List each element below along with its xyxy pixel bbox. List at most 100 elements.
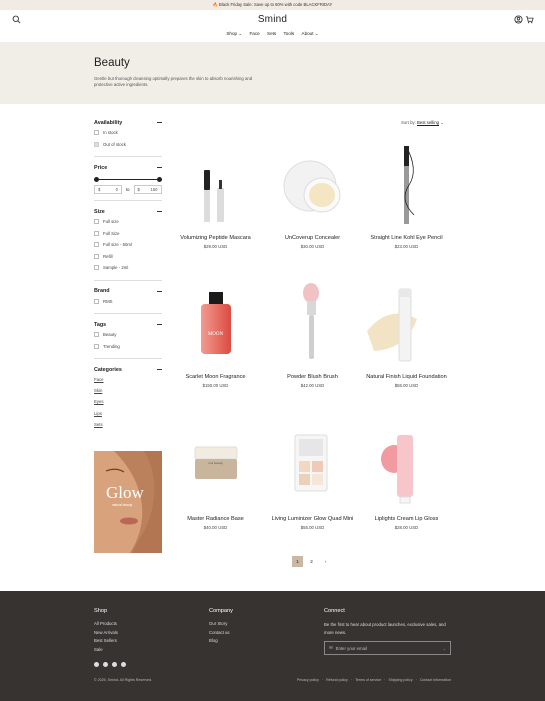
- product-card[interactable]: MOON Scarlet Moon Fragrance $150.00 USD: [168, 279, 263, 388]
- arrow-right-icon[interactable]: →: [442, 646, 446, 651]
- product-card[interactable]: Natural Finish Liquid Foundation $55.00 …: [359, 279, 454, 388]
- policy-link[interactable]: Refund policy: [326, 678, 348, 682]
- email-field[interactable]: ✉ Enter your email →: [324, 641, 451, 655]
- product-name[interactable]: Volumizing Peptide Mascara: [168, 235, 263, 243]
- checkbox[interactable]: [94, 230, 99, 236]
- filter-header[interactable]: Brand: [94, 287, 162, 296]
- checkbox[interactable]: [94, 242, 99, 248]
- policy-link[interactable]: Terms of service: [355, 678, 381, 682]
- policy-link[interactable]: Privacy policy: [297, 678, 319, 682]
- collapse-icon[interactable]: [157, 369, 162, 370]
- next-page-button[interactable]: ›: [320, 556, 331, 567]
- category-link-sets[interactable]: Sets: [94, 419, 162, 430]
- sort-select[interactable]: Best selling: [417, 120, 439, 125]
- filter-header[interactable]: Size: [94, 207, 162, 216]
- checkbox[interactable]: [94, 265, 99, 271]
- footer-link[interactable]: Blog: [209, 638, 233, 647]
- footer-link[interactable]: Contact us: [209, 630, 233, 639]
- product-name[interactable]: UnCoverup Concealer: [265, 235, 360, 243]
- filter-option[interactable]: Refill: [94, 251, 162, 263]
- account-icon[interactable]: [514, 15, 523, 24]
- product-image[interactable]: [359, 140, 454, 235]
- product-image[interactable]: [265, 279, 360, 374]
- price-min-input[interactable]: $0: [94, 185, 122, 194]
- page-1[interactable]: 1: [292, 556, 303, 567]
- collapse-icon[interactable]: [157, 167, 162, 168]
- checkbox[interactable]: [94, 343, 99, 349]
- price-slider[interactable]: [94, 175, 162, 183]
- price-max-input[interactable]: $150: [133, 185, 162, 194]
- filter-option[interactable]: RMS: [94, 296, 162, 308]
- product-card[interactable]: rms beauty Master Radiance Base $40.00 U…: [168, 421, 263, 530]
- instagram-icon[interactable]: [103, 662, 108, 667]
- product-name[interactable]: Natural Finish Liquid Foundation: [359, 374, 454, 382]
- filter-option[interactable]: Full size - 50ml: [94, 239, 162, 251]
- policy-link[interactable]: Contact information: [420, 678, 451, 682]
- filter-option[interactable]: Full size: [94, 216, 162, 228]
- product-card[interactable]: Volumizing Peptide Mascara $29.00 USD: [168, 140, 263, 249]
- collapse-icon[interactable]: [157, 324, 162, 325]
- promo-title: Glow: [106, 483, 144, 502]
- product-card[interactable]: Living Luminizer Glow Quad Mini $55.00 U…: [265, 421, 360, 530]
- nav-about[interactable]: About ⌄: [302, 31, 319, 36]
- product-name[interactable]: Powder Blush Brush: [265, 374, 360, 382]
- product-name[interactable]: Scarlet Moon Fragrance: [168, 374, 263, 382]
- facebook-icon[interactable]: [94, 662, 99, 667]
- product-name[interactable]: Master Radiance Base: [168, 516, 263, 524]
- product-card[interactable]: Liplights Cream Lip Gloss $28.00 USD: [359, 421, 454, 530]
- cart-icon[interactable]: [525, 15, 534, 24]
- checkbox[interactable]: [94, 130, 99, 136]
- product-image[interactable]: [359, 421, 454, 516]
- category-link-lips[interactable]: Lips: [94, 408, 162, 419]
- footer-link[interactable]: Best Sellers: [94, 638, 118, 647]
- collapse-icon[interactable]: [157, 290, 162, 292]
- policy-link[interactable]: Shipping policy: [388, 678, 412, 682]
- product-card[interactable]: UnCoverup Concealer $30.00 USD: [265, 140, 360, 249]
- site-logo[interactable]: Smind: [0, 14, 545, 25]
- filter-header[interactable]: Categories: [94, 365, 162, 374]
- filter-header[interactable]: Tags: [94, 320, 162, 329]
- category-link-eyes[interactable]: Eyes: [94, 396, 162, 407]
- page-2[interactable]: 2: [306, 556, 317, 567]
- product-image[interactable]: [168, 140, 263, 235]
- footer-link[interactable]: Sale: [94, 647, 118, 656]
- footer-link[interactable]: All Products: [94, 621, 118, 630]
- product-image[interactable]: [265, 421, 360, 516]
- nav-tools[interactable]: Tools: [283, 31, 294, 36]
- product-image[interactable]: [359, 279, 454, 374]
- filter-option[interactable]: Beauty: [94, 329, 162, 341]
- product-name[interactable]: Liplights Cream Lip Gloss: [359, 516, 454, 524]
- category-link-face[interactable]: Face: [94, 374, 162, 385]
- filter-option[interactable]: Trending: [94, 341, 162, 353]
- checkbox[interactable]: [94, 253, 99, 259]
- collapse-icon[interactable]: [157, 122, 162, 123]
- youtube-icon[interactable]: [112, 662, 117, 667]
- slider-max-handle[interactable]: [157, 176, 162, 182]
- nav-face[interactable]: Face: [250, 31, 260, 36]
- footer-link[interactable]: New Arrivals: [94, 630, 118, 639]
- filter-option[interactable]: Full Size: [94, 228, 162, 240]
- slider-min-handle[interactable]: [94, 176, 99, 182]
- checkbox[interactable]: [94, 219, 99, 225]
- product-card[interactable]: Powder Blush Brush $42.00 USD: [265, 279, 360, 388]
- sort-control[interactable]: Sort by: Best selling ⌄: [401, 120, 444, 126]
- category-link-skin[interactable]: Skin: [94, 385, 162, 396]
- filter-header[interactable]: Availability: [94, 118, 162, 127]
- product-name[interactable]: Straight Line Kohl Eye Pencil: [359, 235, 454, 243]
- product-image[interactable]: MOON: [168, 279, 263, 374]
- checkbox[interactable]: [94, 332, 99, 338]
- checkbox[interactable]: [94, 298, 99, 304]
- filter-option[interactable]: In stock: [94, 127, 162, 139]
- footer-link[interactable]: Our Story: [209, 621, 233, 630]
- product-card[interactable]: Straight Line Kohl Eye Pencil $23.00 USD: [359, 140, 454, 249]
- product-name[interactable]: Living Luminizer Glow Quad Mini: [265, 516, 360, 524]
- collapse-icon[interactable]: [157, 211, 162, 212]
- filter-option[interactable]: Sample - 2ml: [94, 262, 162, 274]
- nav-sets[interactable]: Sets: [267, 31, 276, 36]
- filter-header[interactable]: Price: [94, 163, 162, 172]
- nav-shop[interactable]: Shop ⌄: [226, 31, 242, 36]
- product-image[interactable]: rms beauty: [168, 421, 263, 516]
- pinterest-icon[interactable]: [121, 662, 126, 667]
- promo-banner[interactable]: Glow natural beauty: [94, 451, 162, 553]
- product-image[interactable]: [265, 140, 360, 235]
